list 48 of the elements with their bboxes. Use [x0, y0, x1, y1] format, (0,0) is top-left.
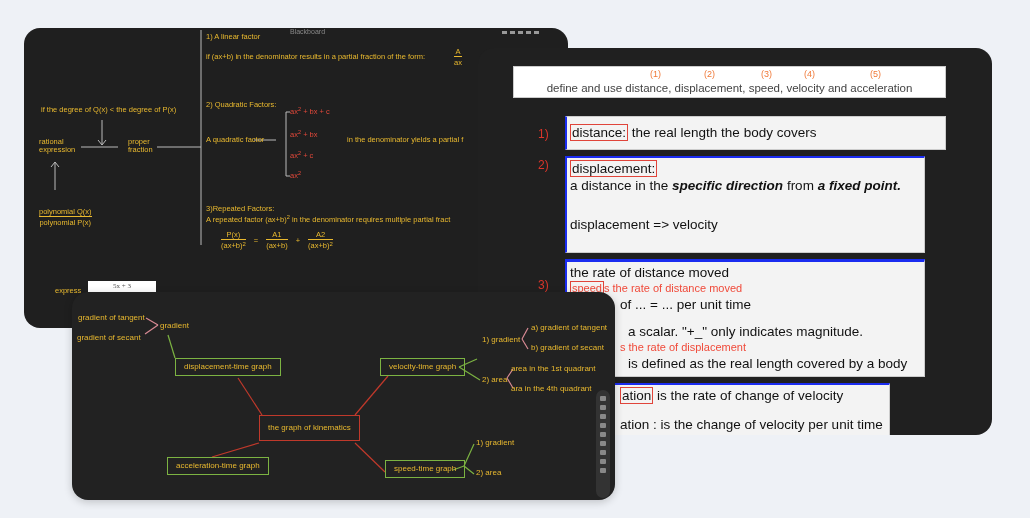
definition-text: ation is the rate of change of velocity [620, 387, 845, 404]
subtopic-text: gradient of tangent [78, 314, 145, 322]
connector-line [354, 442, 386, 473]
subtopic-text: ara in the 4th quadrant [511, 385, 592, 393]
branch-node: acceleration-time graph [167, 457, 269, 475]
subtopic-text: b) gradient of secant [531, 344, 604, 352]
connector-line [145, 317, 159, 326]
subtopic-text: 2) area [482, 376, 508, 384]
definition-text: displacement => velocity [570, 216, 719, 233]
item-number: 3) [538, 277, 550, 294]
number-mark: (4) [804, 68, 815, 81]
connector-line [354, 375, 389, 416]
definition-text: a scalar. "+_" only indicates magnitude. [628, 323, 865, 340]
definition-text: the rate of distance moved [570, 264, 731, 281]
item-number: 2) [538, 157, 550, 174]
subtopic-text: area in the 1st quadrant [511, 365, 596, 373]
branch-node: velocity-time graph [380, 358, 466, 376]
definition-text: a distance in the specific direction from a fixed point. [570, 177, 902, 194]
subtopic-text: gradient [160, 322, 189, 330]
definition-text: distance: the real length the body covers [570, 124, 818, 141]
branch-node: displacement-time graph [175, 358, 281, 376]
status-icons [502, 31, 539, 34]
connector-line [156, 146, 202, 148]
down-arrow [97, 119, 107, 146]
number-mark: (5) [870, 68, 881, 81]
subtopic-text: 1) gradient [476, 439, 515, 447]
subtopic-text: a) gradient of tangent [531, 324, 608, 332]
connector-line [211, 442, 260, 458]
center-node: the graph of kinematics [259, 415, 360, 441]
definition-text: of ... = ... per unit time [620, 296, 752, 313]
number-mark: (3) [761, 68, 772, 81]
number-mark: (1) [650, 68, 661, 81]
heading-text: define and use distance, displacement, speed, velocity and acceleration [545, 81, 914, 96]
branch-node: speed-time graph [385, 460, 466, 478]
subtopic-text: 1) gradient [482, 336, 521, 344]
subtopic-text: 2) area [476, 469, 502, 477]
definition-text: ation : is the change of velocity per unit time [620, 416, 884, 433]
number-mark: (2) [704, 68, 715, 81]
definition-text: is defined as the real length covered by a body [628, 355, 909, 372]
item-number: 1) [538, 126, 550, 143]
connector-line [144, 324, 159, 335]
connector-line [80, 146, 119, 148]
subtopic-text: gradient of secant [77, 334, 141, 342]
connector-line [237, 377, 263, 416]
up-arrow [50, 161, 60, 191]
connector-line [167, 334, 176, 359]
definition-text: displacement: [570, 160, 659, 177]
annotation-text: s the rate of displacement [620, 340, 747, 355]
